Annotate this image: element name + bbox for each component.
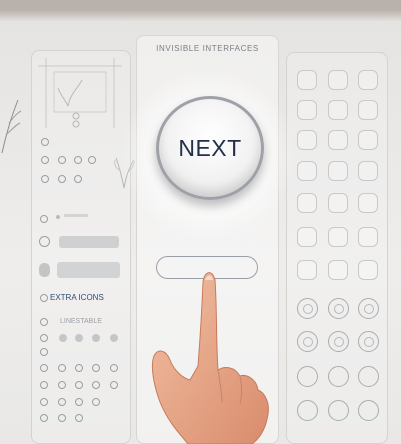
grid-tile[interactable] [328,100,348,120]
circle-button[interactable] [358,298,379,319]
radio-option[interactable] [75,381,83,389]
radio-option[interactable] [41,156,49,164]
grid-tile[interactable] [328,227,348,247]
placeholder-bar [56,215,60,219]
grid-tile[interactable] [358,161,378,181]
input-placeholder[interactable] [57,262,120,278]
grid-tile[interactable] [297,130,317,150]
radio-option[interactable] [40,334,48,342]
toggle-switch[interactable] [39,263,50,277]
radio-option[interactable] [110,381,118,389]
radio-option[interactable] [75,398,83,406]
grid-tile[interactable] [297,260,317,280]
circle-button[interactable] [297,366,318,387]
radio-option[interactable] [40,318,48,326]
radio-option[interactable] [88,156,96,164]
grid-tile[interactable] [297,161,317,181]
grid-tile[interactable] [328,70,348,90]
circle-button[interactable] [297,400,318,421]
circle-button[interactable] [297,298,318,319]
faded-label: LINESTABLE [60,318,102,325]
next-button-label: NEXT [178,134,242,161]
circle-button[interactable] [328,298,349,319]
radio-option[interactable] [40,414,48,422]
radio-option[interactable] [92,398,100,406]
radio-option[interactable] [58,398,66,406]
grid-tile[interactable] [297,227,317,247]
circle-button[interactable] [328,331,349,352]
radio-option[interactable] [58,156,66,164]
dot-indicator [92,334,100,342]
grid-tile[interactable] [358,100,378,120]
dot-indicator [110,334,118,342]
pointing-hand [151,272,269,444]
radio-option[interactable] [58,364,66,372]
grid-tile[interactable] [297,100,317,120]
input-placeholder[interactable] [59,236,119,248]
leaf-sprig-icon [1,99,22,154]
grid-tile[interactable] [358,130,378,150]
radio-option[interactable] [75,364,83,372]
radio-option[interactable] [92,381,100,389]
radio-option[interactable] [74,156,82,164]
grid-tile[interactable] [328,260,348,280]
grid-tile[interactable] [328,161,348,181]
grid-tile[interactable] [358,227,378,247]
radio-option[interactable] [41,138,49,146]
circle-button[interactable] [328,400,349,421]
radio-option[interactable] [40,215,48,223]
grid-tile[interactable] [358,70,378,90]
radio-option[interactable] [40,381,48,389]
radio-option[interactable] [39,236,50,247]
grid-tile[interactable] [328,130,348,150]
radio-option[interactable] [40,348,48,356]
circle-button[interactable] [358,366,379,387]
dot-indicator [59,334,67,342]
radio-option[interactable] [41,175,49,183]
radio-option[interactable] [92,364,100,372]
circle-button[interactable] [358,331,379,352]
wireframe-sketch [38,58,122,128]
dot-indicator [75,334,83,342]
radio-option[interactable] [40,364,48,372]
radio-option[interactable] [58,414,66,422]
radio-option[interactable] [75,414,83,422]
circle-button[interactable] [328,366,349,387]
grid-tile[interactable] [358,193,378,213]
grid-tile[interactable] [328,193,348,213]
grid-tile[interactable] [358,260,378,280]
panel-title: INVISIBLE INTERFACES [156,44,259,53]
extra-icons-label: EXTRA ICONS [50,293,104,302]
radio-option[interactable] [58,175,66,183]
radio-option[interactable] [40,294,48,302]
radio-option[interactable] [40,398,48,406]
radio-option[interactable] [74,175,82,183]
placeholder-bar [64,214,88,217]
radio-option[interactable] [110,364,118,372]
circle-button[interactable] [297,331,318,352]
grid-tile[interactable] [297,70,317,90]
next-button[interactable]: NEXT [156,96,264,200]
radio-option[interactable] [58,381,66,389]
circle-button[interactable] [358,400,379,421]
grid-tile[interactable] [297,193,317,213]
